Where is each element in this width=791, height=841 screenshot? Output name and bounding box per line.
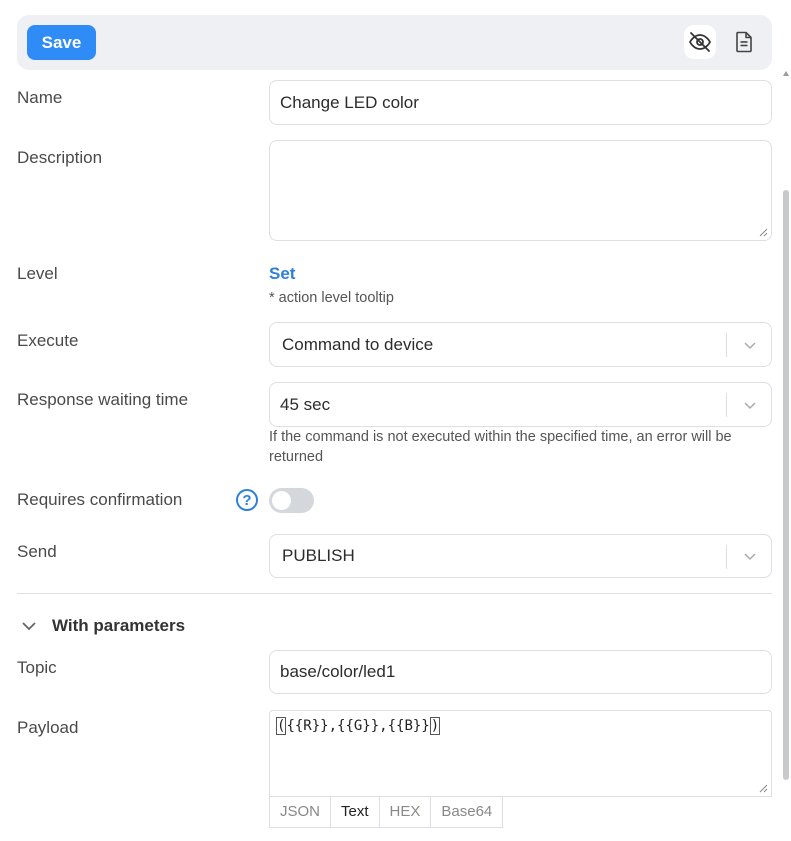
save-button[interactable]: Save (27, 25, 96, 60)
execute-select-value: Command to device (282, 334, 434, 354)
top-toolbar: Save (17, 15, 772, 70)
topic-label: Topic (17, 658, 57, 677)
response-time-value: 45 sec (280, 394, 331, 414)
response-time-label: Response waiting time (17, 390, 189, 409)
name-input[interactable]: Change LED color (269, 80, 772, 125)
select-separator (726, 333, 727, 357)
resize-handle-icon[interactable] (759, 228, 768, 237)
level-set-link[interactable]: Set (269, 264, 295, 284)
chevron-down-icon[interactable] (743, 338, 757, 352)
payload-textarea[interactable]: ({{R}},{{G}},{{B}}) (269, 710, 772, 797)
topic-input[interactable]: base/color/led1 (269, 650, 772, 694)
format-tab-json[interactable]: JSON (270, 796, 332, 827)
chevron-down-icon[interactable] (743, 549, 757, 563)
level-label: Level (17, 264, 58, 283)
document-icon[interactable] (728, 25, 760, 59)
confirmation-label: Requires confirmation (17, 490, 183, 509)
description-label: Description (17, 148, 103, 167)
payload-open-bracket: ( (276, 717, 287, 735)
name-label: Name (17, 88, 63, 107)
payload-format-tabs: JSON Text HEX Base64 (269, 796, 504, 828)
response-time-hint: If the command is not executed within th… (269, 429, 732, 465)
chevron-down-icon (22, 622, 36, 631)
resize-handle-icon[interactable] (759, 784, 768, 793)
send-select[interactable]: PUBLISH (269, 534, 772, 578)
name-input-value: Change LED color (280, 92, 419, 112)
send-select-value: PUBLISH (282, 546, 355, 565)
format-tab-text[interactable]: Text (331, 796, 380, 827)
vertical-scrollbar[interactable] (783, 190, 789, 780)
topic-input-value: base/color/led1 (280, 662, 396, 681)
payload-value: ({{R}},{{G}},{{B}}) (276, 717, 441, 735)
execute-select[interactable]: Command to device (269, 322, 772, 367)
execute-label: Execute (17, 331, 79, 350)
select-separator (726, 545, 727, 569)
toggle-knob (272, 491, 291, 510)
description-textarea[interactable] (269, 140, 772, 241)
response-time-select[interactable]: 45 sec (269, 382, 772, 427)
select-separator (726, 393, 727, 417)
chevron-down-icon[interactable] (743, 398, 757, 412)
format-tab-base64[interactable]: Base64 (431, 796, 502, 827)
payload-label: Payload (17, 718, 79, 737)
payload-close-bracket: ) (429, 717, 441, 735)
send-label: Send (17, 542, 57, 561)
payload-body: {{R}},{{G}},{{B}} (286, 718, 430, 734)
help-icon[interactable]: ? (236, 489, 258, 511)
level-hint: * action level tooltip (269, 290, 394, 306)
scroll-up-arrow-icon[interactable] (782, 70, 790, 78)
parameters-section-title: With parameters (52, 616, 186, 635)
confirmation-toggle[interactable] (269, 488, 314, 513)
eye-off-icon[interactable] (684, 25, 716, 59)
section-divider (17, 593, 772, 594)
parameters-section-toggle[interactable]: With parameters (20, 616, 185, 636)
format-tab-hex[interactable]: HEX (380, 796, 432, 827)
